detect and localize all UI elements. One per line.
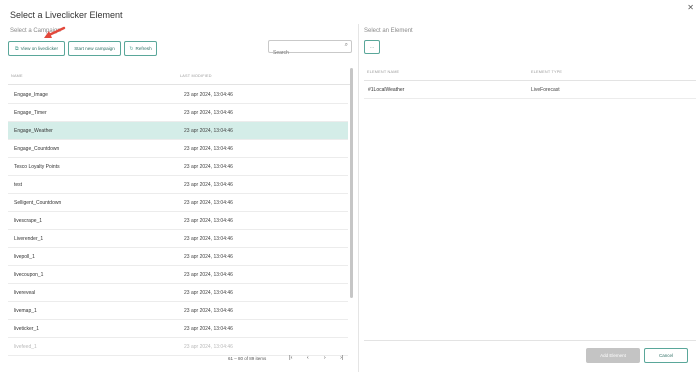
cancel-button[interactable]: Cancel	[644, 348, 688, 363]
table-row[interactable]: livecoupon_1 23 apr 2024, 13:04:46	[8, 266, 348, 284]
element-panel: Select an Element ··· ELEMENT NAME ELEME…	[360, 24, 700, 372]
table-row[interactable]: livepoll_1 23 apr 2024, 13:04:46	[8, 248, 348, 266]
last-modified: 23 apr 2024, 13:04:46	[184, 344, 233, 350]
last-modified: 23 apr 2024, 13:04:46	[184, 200, 233, 206]
table-row[interactable]: Tesco Loyalty Points 23 apr 2024, 13:04:4…	[8, 158, 348, 176]
last-modified: 23 apr 2024, 13:04:46	[184, 128, 233, 134]
last-modified: 23 apr 2024, 13:04:46	[184, 110, 233, 116]
element-type: LiveForecast	[531, 87, 560, 93]
campaign-name: liveticker_1	[14, 326, 40, 332]
last-modified: 23 apr 2024, 13:04:46	[184, 290, 233, 296]
footer-divider	[364, 340, 696, 341]
campaign-name: livepoll_1	[14, 254, 35, 260]
element-row[interactable]: #1LocalWeather LiveForecast	[364, 81, 696, 99]
last-modified: 23 apr 2024, 13:04:46	[184, 182, 233, 188]
table-row[interactable]: livemap_1 23 apr 2024, 13:04:46	[8, 302, 348, 320]
start-new-campaign-label: Start new campaign	[74, 46, 115, 51]
campaign-name: Engage_Weather	[14, 128, 53, 134]
last-modified: 23 apr 2024, 13:04:46	[184, 218, 233, 224]
last-modified: 23 apr 2024, 13:04:46	[184, 272, 233, 278]
column-header-element-type[interactable]: ELEMENT TYPE	[531, 70, 562, 74]
search-input[interactable]	[269, 47, 335, 59]
campaign-name: livereveal	[14, 290, 36, 296]
table-row[interactable]: Engage_Weather 23 apr 2024, 13:04:46	[8, 122, 348, 140]
search-box[interactable]: ⌕	[268, 40, 352, 59]
table-row[interactable]: Engage_Countdown 23 apr 2024, 13:04:46	[8, 140, 348, 158]
table-row[interactable]: test 23 apr 2024, 13:04:46	[8, 176, 348, 194]
table-row[interactable]: livereveal 23 apr 2024, 13:04:46	[8, 284, 348, 302]
campaign-name: livescrape_1	[14, 218, 43, 224]
table-row[interactable]: Liverender_1 23 apr 2024, 13:04:46	[8, 230, 348, 248]
refresh-label: Refresh	[135, 46, 152, 51]
campaign-name: livecoupon_1	[14, 272, 44, 278]
refresh-icon: ↻	[129, 45, 134, 52]
view-on-liveclicker-label: View on liveclicker	[20, 46, 59, 51]
campaign-name: Tesco Loyalty Points	[14, 164, 60, 170]
campaign-scrollbar[interactable]	[350, 68, 353, 298]
ellipsis-icon: ···	[369, 44, 375, 50]
table-row[interactable]: livescrape_1 23 apr 2024, 13:04:46	[8, 212, 348, 230]
first-page-icon[interactable]: |‹	[282, 355, 299, 361]
campaign-section-label: Select a Campaign	[10, 28, 61, 34]
last-page-icon[interactable]: ›|	[333, 355, 350, 361]
search-icon[interactable]: ⌕	[345, 42, 348, 49]
table-row[interactable]: liveticker_1 23 apr 2024, 13:04:46	[8, 320, 348, 338]
element-section-label: Select an Element	[364, 28, 413, 34]
last-modified: 23 apr 2024, 13:04:46	[184, 308, 233, 314]
last-modified: 23 apr 2024, 13:04:46	[184, 254, 233, 260]
pagination: 61 – 80 of 89 items |‹ ‹ › ›|	[228, 353, 350, 363]
campaign-name: livemap_1	[14, 308, 37, 314]
previous-page-icon[interactable]: ‹	[299, 355, 316, 361]
view-on-liveclicker-button[interactable]: ⧉ View on liveclicker	[8, 41, 65, 56]
column-header-last-modified[interactable]: LAST MODIFIED	[180, 74, 212, 78]
add-element-button[interactable]: Add Element	[586, 348, 640, 363]
external-link-icon: ⧉	[14, 45, 19, 52]
more-options-button[interactable]: ···	[364, 40, 380, 54]
dialog-title: Select a Liveclicker Element	[10, 10, 123, 20]
campaign-name: Liverender_1	[14, 236, 44, 242]
element-table-body: #1LocalWeather LiveForecast	[364, 81, 696, 99]
table-row[interactable]: Engage_Timer 23 apr 2024, 13:04:46	[8, 104, 348, 122]
campaign-name: test	[14, 182, 23, 188]
table-row[interactable]: Selligent_Countdown 23 apr 2024, 13:04:46	[8, 194, 348, 212]
last-modified: 23 apr 2024, 13:04:46	[184, 236, 233, 242]
next-page-icon[interactable]: ›	[316, 355, 333, 361]
last-modified: 23 apr 2024, 13:04:46	[184, 326, 233, 332]
refresh-button[interactable]: ↻ Refresh	[124, 41, 157, 56]
campaign-name: livefeed_1	[14, 344, 37, 350]
column-header-element-name[interactable]: ELEMENT NAME	[367, 70, 399, 74]
element-name: #1LocalWeather	[368, 87, 405, 93]
start-new-campaign-button[interactable]: Start new campaign	[68, 41, 121, 56]
header-divider	[8, 84, 350, 85]
campaign-panel: Select a Campaign ⧉ View on liveclicker …	[4, 24, 356, 372]
campaign-name: Selligent_Countdown	[14, 200, 62, 206]
last-modified: 23 apr 2024, 13:04:46	[184, 164, 233, 170]
campaign-name: Engage_Image	[14, 92, 48, 98]
table-row[interactable]: Engage_Image 23 apr 2024, 13:04:46	[8, 86, 348, 104]
column-header-name[interactable]: NAME	[11, 74, 23, 78]
campaign-table-body: Engage_Image 23 apr 2024, 13:04:46 Engage_…	[8, 86, 348, 358]
panel-divider	[358, 24, 359, 372]
campaign-name: Engage_Countdown	[14, 146, 60, 152]
last-modified: 23 apr 2024, 13:04:46	[184, 92, 233, 98]
close-icon[interactable]: ✕	[687, 3, 694, 12]
pagination-range: 61 – 80 of 89 items	[228, 355, 267, 361]
campaign-name: Engage_Timer	[14, 110, 47, 116]
last-modified: 23 apr 2024, 13:04:46	[184, 146, 233, 152]
